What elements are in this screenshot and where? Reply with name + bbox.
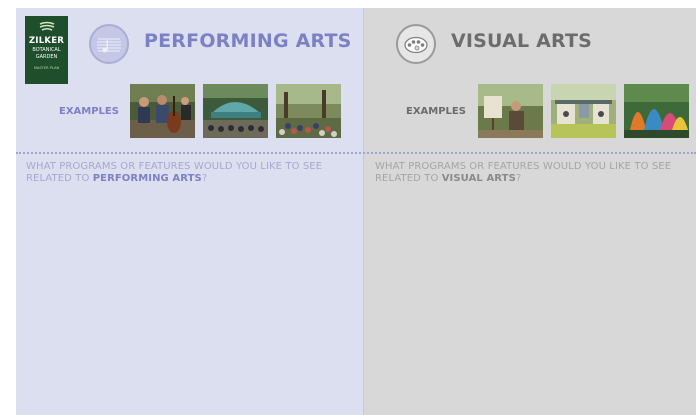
- performing-question-tail: ?: [201, 172, 208, 184]
- visual-question-lead: WHAT PROGRAMS OR FEATURES WOULD YOU LIKE…: [375, 161, 672, 184]
- visual-arts-title: VISUAL ARTS: [451, 30, 593, 52]
- performing-question: WHAT PROGRAMS OR FEATURES WOULD YOU LIKE…: [26, 161, 351, 184]
- painter-at-easel-photo: [478, 84, 543, 138]
- logo-sub-2: GARDEN: [35, 54, 58, 60]
- visual-question-topic: VISUAL ARTS: [441, 172, 516, 184]
- performing-arts-icon: [89, 24, 129, 64]
- visual-arts-icon: [396, 24, 436, 64]
- visual-question-tail: ?: [515, 172, 522, 184]
- performing-arts-panel: [16, 8, 363, 415]
- musicians-photo: [130, 84, 195, 138]
- leaf-mark-icon: [25, 21, 68, 34]
- visual-question: WHAT PROGRAMS OR FEATURES WOULD YOU LIKE…: [375, 161, 696, 184]
- visual-arts-panel: [363, 8, 696, 415]
- logo-name: ZILKER: [28, 36, 65, 46]
- colorful-sculpture-photo: [624, 84, 689, 138]
- outdoor-audience-photo: [276, 84, 341, 138]
- zilker-botanical-garden-logo: ZILKER BOTANICAL GARDEN MASTER PLAN: [25, 16, 68, 84]
- visual-examples-label: EXAMPLES: [406, 106, 466, 117]
- amphitheater-stage-photo: [203, 84, 268, 138]
- performing-question-topic: PERFORMING ARTS: [92, 172, 202, 184]
- comment-board: ZILKER BOTANICAL GARDEN MASTER PLAN PERF…: [16, 8, 696, 415]
- logo-tagline: MASTER PLAN: [33, 66, 60, 70]
- performing-examples-label: EXAMPLES: [59, 106, 119, 117]
- garden-art-panels-photo: [551, 84, 616, 138]
- performing-arts-title: PERFORMING ARTS: [144, 30, 352, 52]
- logo-sub-1: BOTANICAL: [32, 47, 61, 53]
- dotted-divider: [16, 152, 696, 154]
- panel-divider: [363, 8, 364, 415]
